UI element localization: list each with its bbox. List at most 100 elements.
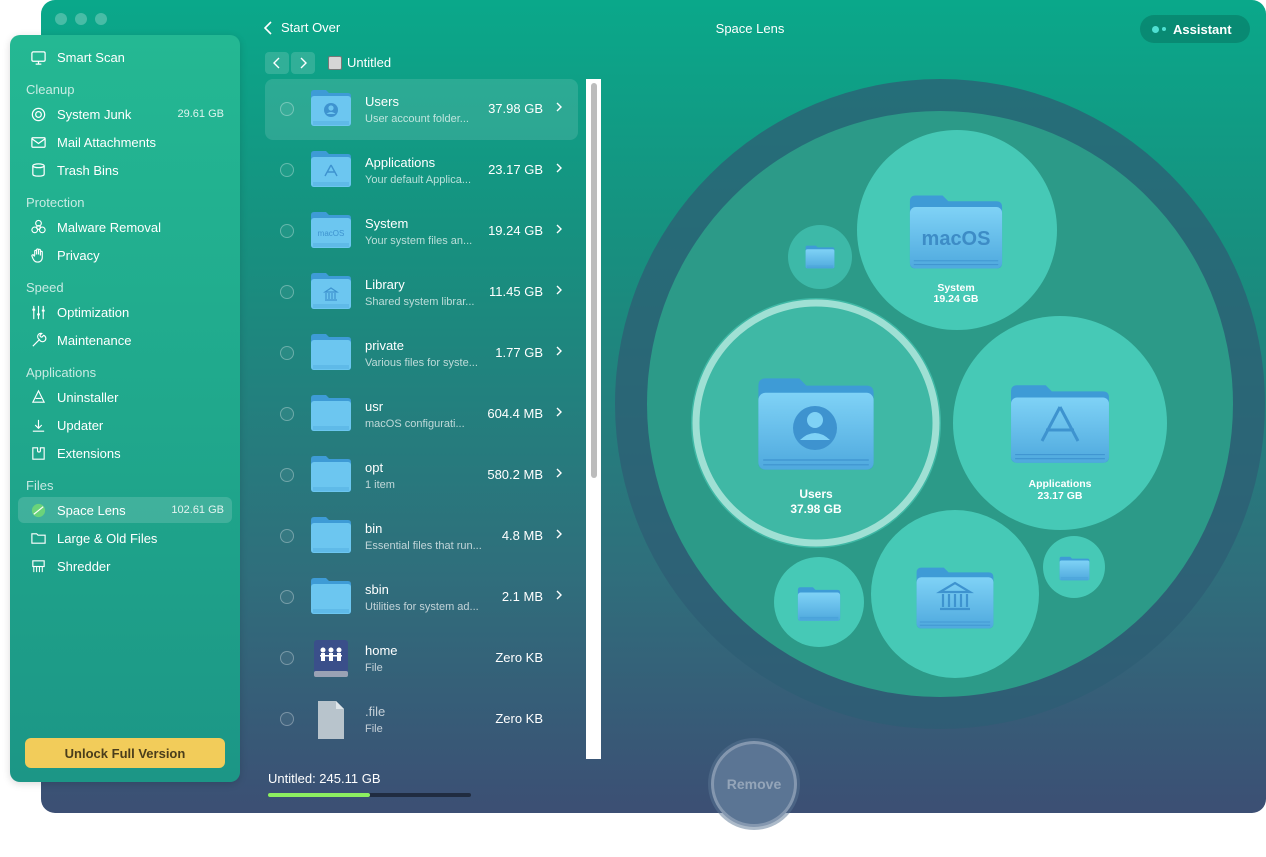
select-checkbox[interactable] — [280, 407, 294, 421]
zoom-window-button[interactable] — [95, 13, 107, 25]
chevron-right-icon[interactable] — [555, 161, 563, 175]
chevron-left-icon — [273, 57, 280, 69]
home-drive-icon — [310, 638, 352, 677]
chevron-right-icon[interactable] — [555, 466, 563, 480]
chevron-right-icon[interactable] — [555, 527, 563, 541]
extensions-icon — [28, 444, 48, 462]
list-item[interactable]: .file File Zero KB — [265, 689, 578, 750]
list-item[interactable]: macOS System Your system files an... 19.24 … — [265, 201, 578, 262]
disk-usage-fill — [268, 793, 370, 797]
remove-button[interactable]: Remove — [711, 741, 797, 827]
chevron-right-icon[interactable] — [555, 283, 563, 297]
folder-icon — [310, 577, 352, 615]
space-lens-icon — [28, 501, 48, 519]
select-checkbox[interactable] — [280, 163, 294, 177]
select-checkbox[interactable] — [280, 712, 294, 726]
scrollbar-thumb[interactable] — [591, 83, 597, 478]
shredder-icon — [28, 557, 48, 575]
sidebar-item-mail-attachments[interactable]: Mail Attachments — [18, 129, 232, 155]
chevron-right-icon[interactable] — [555, 222, 563, 236]
list-item[interactable]: usr macOS configurati... 604.4 MB — [265, 384, 578, 445]
select-checkbox[interactable] — [280, 102, 294, 116]
scrollbar[interactable] — [586, 79, 601, 759]
library-folder-icon — [310, 272, 352, 310]
list-item[interactable]: opt 1 item 580.2 MB — [265, 445, 578, 506]
start-over-label: Start Over — [281, 20, 341, 35]
chevron-right-icon[interactable] — [555, 588, 563, 602]
folder-icon — [28, 529, 48, 547]
item-size: 604.4 MB — [487, 406, 543, 421]
sidebar-item-label: Extensions — [57, 445, 121, 461]
chevron-right-icon[interactable] — [555, 344, 563, 358]
sidebar-item-label: Privacy — [57, 247, 100, 263]
sidebar-item-system-junk[interactable]: System Junk 29.61 GB — [18, 101, 232, 127]
item-name: Applications — [365, 155, 436, 170]
wrench-icon — [28, 331, 48, 349]
assistant-dot-small-icon — [1162, 27, 1166, 31]
close-window-button[interactable] — [55, 13, 67, 25]
select-checkbox[interactable] — [280, 590, 294, 604]
item-size: 4.8 MB — [501, 528, 543, 543]
sidebar-item-malware-removal[interactable]: Malware Removal — [18, 214, 232, 240]
sidebar-item-extensions[interactable]: Extensions — [18, 440, 232, 466]
sidebar-item-trash-bins[interactable]: Trash Bins — [18, 157, 232, 183]
list-item[interactable]: private Various files for syste... 1.77 GB — [265, 323, 578, 384]
list-item[interactable]: Library Shared system librar... 11.45 GB — [265, 262, 578, 323]
item-size: 37.98 GB — [488, 101, 543, 116]
sidebar-item-large-old-files[interactable]: Large & Old Files — [18, 525, 232, 551]
list-item[interactable]: sbin Utilities for system ad... 2.1 MB — [265, 567, 578, 628]
item-description: Various files for syste... — [365, 357, 478, 369]
section-speed: Speed — [26, 280, 64, 295]
item-size: 580.2 MB — [487, 467, 543, 482]
back-button[interactable] — [265, 52, 289, 74]
sidebar-item-smart-scan[interactable]: Smart Scan — [18, 44, 232, 70]
sidebar-item-label: Large & Old Files — [57, 530, 158, 546]
biohazard-icon — [28, 218, 48, 236]
section-protection: Protection — [26, 195, 85, 210]
select-checkbox[interactable] — [280, 224, 294, 238]
list-item[interactable]: Applications Your default Applica... 23.17… — [265, 140, 578, 201]
select-checkbox[interactable] — [280, 285, 294, 299]
sidebar-item-space-lens[interactable]: Space Lens 102.61 GB — [18, 497, 232, 523]
start-over-button[interactable]: Start Over — [264, 20, 340, 35]
unlock-full-version-button[interactable]: Unlock Full Version — [25, 738, 225, 768]
list-item[interactable]: Users User account folder... 37.98 GB — [265, 79, 578, 140]
assistant-button[interactable]: Assistant — [1140, 15, 1250, 43]
sidebar: Smart Scan Cleanup System Junk 29.61 GB … — [10, 35, 240, 782]
minimize-window-button[interactable] — [75, 13, 87, 25]
sidebar-item-privacy[interactable]: Privacy — [18, 242, 232, 268]
chevron-right-icon[interactable] — [555, 100, 563, 114]
item-name: System — [365, 216, 409, 231]
sidebar-item-maintenance[interactable]: Maintenance — [18, 327, 232, 353]
item-description: User account folder... — [365, 113, 469, 125]
sidebar-item-label: Updater — [57, 417, 104, 433]
sidebar-item-label: System Junk — [57, 106, 132, 122]
section-cleanup: Cleanup — [26, 82, 75, 97]
select-checkbox[interactable] — [280, 651, 294, 665]
disk-usage-bar — [268, 793, 471, 797]
list-item[interactable]: bin Essential files that run... 4.8 MB — [265, 506, 578, 567]
monitor-icon — [28, 48, 48, 66]
chevron-right-icon[interactable] — [555, 405, 563, 419]
forward-button[interactable] — [291, 52, 315, 74]
select-checkbox[interactable] — [280, 346, 294, 360]
item-size: 11.45 GB — [489, 284, 543, 299]
item-size: 19.24 GB — [488, 223, 543, 238]
item-name: opt — [365, 460, 384, 475]
item-description: macOS configurati... — [365, 418, 465, 430]
sidebar-item-optimization[interactable]: Optimization — [18, 299, 232, 325]
list-item[interactable]: home File Zero KB — [265, 628, 578, 689]
sidebar-item-shredder[interactable]: Shredder — [18, 553, 232, 579]
sidebar-item-label: Space Lens — [57, 502, 126, 518]
breadcrumb[interactable]: Untitled — [328, 55, 391, 70]
window-controls[interactable] — [55, 13, 107, 25]
select-checkbox[interactable] — [280, 468, 294, 482]
disk-total-label: Untitled: 245.11 GB — [268, 771, 381, 786]
item-size: 2.1 MB — [501, 589, 543, 604]
select-checkbox[interactable] — [280, 529, 294, 543]
sidebar-item-updater[interactable]: Updater — [18, 412, 232, 438]
macos-folder-icon: macOS — [310, 211, 352, 249]
section-files: Files — [26, 478, 54, 493]
trash-icon — [28, 161, 48, 179]
sidebar-item-uninstaller[interactable]: Uninstaller — [18, 384, 232, 410]
